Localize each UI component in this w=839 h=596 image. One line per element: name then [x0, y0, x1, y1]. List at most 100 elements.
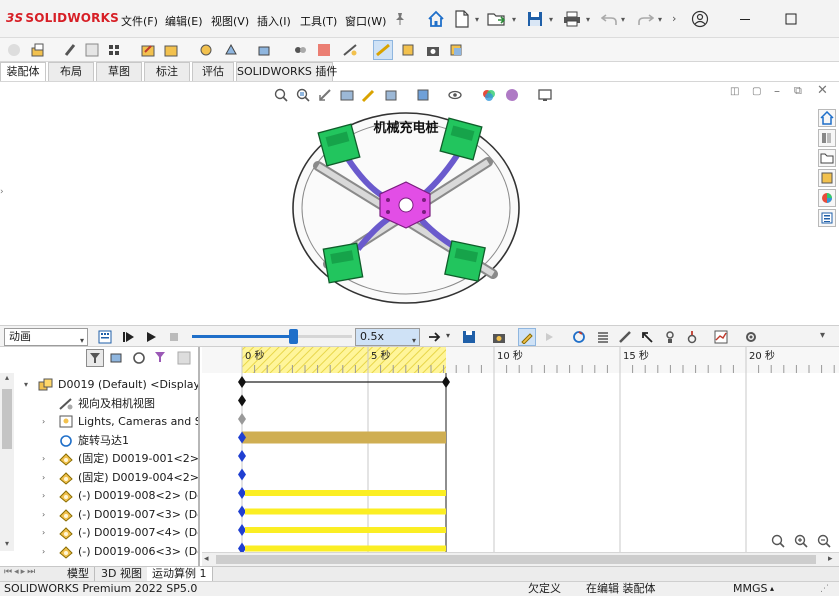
study-type-select[interactable]: 动画 ▾ — [4, 328, 88, 346]
new-document-icon[interactable] — [452, 9, 472, 29]
tab-solidworks-addins[interactable]: SOLIDWORKS 插件 — [236, 62, 337, 81]
minimize-window-icon[interactable] — [735, 9, 755, 29]
menu-file[interactable]: 文件(F) — [121, 13, 158, 29]
tree-row[interactable]: › (-) D0019-006<3> (Defa — [0, 542, 198, 561]
section-view-icon[interactable] — [338, 86, 356, 104]
chevron-up-icon[interactable]: ▴ — [770, 582, 774, 596]
tab-motion-study-1[interactable]: 运动算例 1 — [147, 567, 213, 582]
stop-icon[interactable] — [165, 328, 183, 346]
tab-scroll-arrows[interactable]: ⏮◂▸⏭ — [0, 567, 60, 582]
pin-icon[interactable] — [390, 9, 410, 29]
expand-toggle-icon[interactable]: › — [42, 505, 45, 524]
user-account-icon[interactable] — [690, 9, 710, 29]
tree-scroll-thumb[interactable] — [2, 389, 12, 449]
play-icon[interactable] — [142, 328, 160, 346]
playback-mode-icon[interactable] — [426, 328, 444, 346]
tab-markup[interactable]: 标注 — [144, 62, 190, 81]
more-chevron-icon[interactable]: › — [672, 12, 676, 25]
animation-wizard-icon[interactable] — [490, 328, 508, 346]
tab-assembly[interactable]: 装配体 — [0, 62, 46, 81]
redo-icon[interactable] — [636, 9, 656, 29]
playback-speed-select[interactable]: 0.5x ▾ — [355, 328, 420, 346]
show-hidden-icon[interactable] — [161, 40, 181, 60]
tree-row[interactable]: 视向及相机视图 — [0, 394, 198, 413]
expand-toggle-icon[interactable]: ▾ — [24, 375, 28, 394]
view-orientation-icon[interactable] — [382, 86, 400, 104]
tab-sketch[interactable]: 草图 — [96, 62, 142, 81]
chevron-down-icon[interactable]: ▾ — [586, 15, 590, 24]
edit-appearance-icon[interactable] — [480, 86, 498, 104]
chevron-down-icon[interactable]: ▾ — [446, 331, 450, 340]
force-icon[interactable] — [638, 328, 656, 346]
previous-view-icon[interactable] — [316, 86, 334, 104]
tile-view-icon[interactable]: ▢ — [752, 86, 761, 97]
design-library-icon[interactable] — [818, 129, 836, 147]
edit-component-icon[interactable] — [4, 40, 24, 60]
zoom-out-timeline-icon[interactable] — [814, 531, 834, 551]
chevron-down-icon[interactable]: ▾ — [475, 15, 479, 24]
tab-evaluate[interactable]: 评估 — [192, 62, 234, 81]
apply-scene-icon[interactable] — [503, 86, 521, 104]
chevron-down-icon[interactable]: ▾ — [512, 15, 516, 24]
view-palette-icon[interactable] — [818, 169, 836, 187]
snapshot-icon[interactable] — [423, 40, 443, 60]
tree-row[interactable]: › (固定) D0019-004<2> (D — [0, 468, 198, 487]
tree-row[interactable]: › (固定) D0019-001<2> (D — [0, 449, 198, 468]
playback-slider-track[interactable] — [192, 329, 352, 344]
expand-toggle-icon[interactable]: › — [42, 449, 45, 468]
scroll-right-icon[interactable]: ▸ — [828, 554, 833, 564]
move-component-icon[interactable] — [138, 40, 158, 60]
damper-icon[interactable] — [616, 328, 634, 346]
expand-toggle-icon[interactable]: › — [42, 523, 45, 542]
timeline-canvas[interactable]: 0 秒 5 秒 10 秒 15 秒 20 秒 — [202, 347, 839, 552]
expand-toggle-icon[interactable]: › — [42, 486, 45, 505]
large-assembly-icon[interactable] — [398, 40, 418, 60]
filter-driving-icon[interactable] — [130, 349, 148, 367]
spring-icon[interactable] — [594, 328, 612, 346]
filter-selected-icon[interactable] — [152, 349, 170, 367]
collapse-motion-manager-icon[interactable]: ▾ — [820, 330, 825, 341]
dynamic-annotation-icon[interactable] — [360, 86, 378, 104]
play-from-start-icon[interactable] — [120, 328, 138, 346]
task-pane-home-icon[interactable] — [818, 109, 836, 127]
unit-system[interactable]: MMGS — [733, 582, 768, 596]
autokey-icon[interactable] — [518, 328, 536, 346]
doc-minimize-icon[interactable]: – — [774, 84, 780, 98]
expand-toggle-icon[interactable]: › — [42, 412, 45, 431]
doc-restore-icon[interactable]: ⧉ — [794, 84, 802, 98]
filter-results-icon[interactable] — [175, 349, 193, 367]
motor-icon[interactable] — [570, 328, 588, 346]
smart-fasteners-icon[interactable] — [104, 40, 124, 60]
resize-grip-icon[interactable]: ⋰ — [820, 582, 829, 596]
menu-edit[interactable]: 编辑(E) — [165, 13, 203, 29]
insert-component-icon[interactable] — [28, 40, 48, 60]
doc-close-icon[interactable]: ✕ — [817, 83, 828, 98]
linear-pattern-icon[interactable] — [82, 40, 102, 60]
appearances-icon[interactable] — [818, 189, 836, 207]
hide-show-items-icon[interactable] — [446, 86, 464, 104]
collapse-panel-icon[interactable]: ◫ — [730, 86, 739, 97]
chevron-down-icon[interactable]: ▾ — [658, 15, 662, 24]
tab-model[interactable]: 模型 — [62, 567, 95, 582]
tree-row[interactable]: ▾ D0019 (Default) <Display Sta — [0, 375, 198, 394]
bill-of-materials-icon[interactable] — [290, 40, 310, 60]
graphics-area[interactable]: ◫ ▢ – ⧉ ✕ › 机械充电桩 — [0, 81, 839, 325]
expand-toggle-icon[interactable]: › — [42, 468, 45, 487]
tree-row[interactable]: › (-) D0019-007<3> (Defa — [0, 505, 198, 524]
print-icon[interactable] — [562, 9, 582, 29]
contact-icon[interactable] — [661, 328, 679, 346]
filter-icon[interactable] — [86, 349, 104, 367]
playback-slider-thumb[interactable] — [288, 329, 298, 344]
menu-view[interactable]: 视图(V) — [211, 13, 249, 29]
mate-icon[interactable] — [60, 40, 80, 60]
tree-scrollbar[interactable]: ▴ ▾ — [0, 373, 14, 551]
menu-tools[interactable]: 工具(T) — [300, 13, 337, 29]
exploded-view-icon[interactable] — [314, 40, 334, 60]
results-plots-icon[interactable] — [712, 328, 730, 346]
zoom-in-timeline-icon[interactable] — [791, 531, 811, 551]
scroll-left-icon[interactable]: ◂ — [204, 554, 209, 564]
motion-study-properties-icon[interactable] — [742, 328, 760, 346]
expand-panel-handle[interactable]: › — [0, 187, 6, 207]
scroll-down-icon[interactable]: ▾ — [0, 539, 14, 548]
calculate-icon[interactable] — [96, 328, 114, 346]
